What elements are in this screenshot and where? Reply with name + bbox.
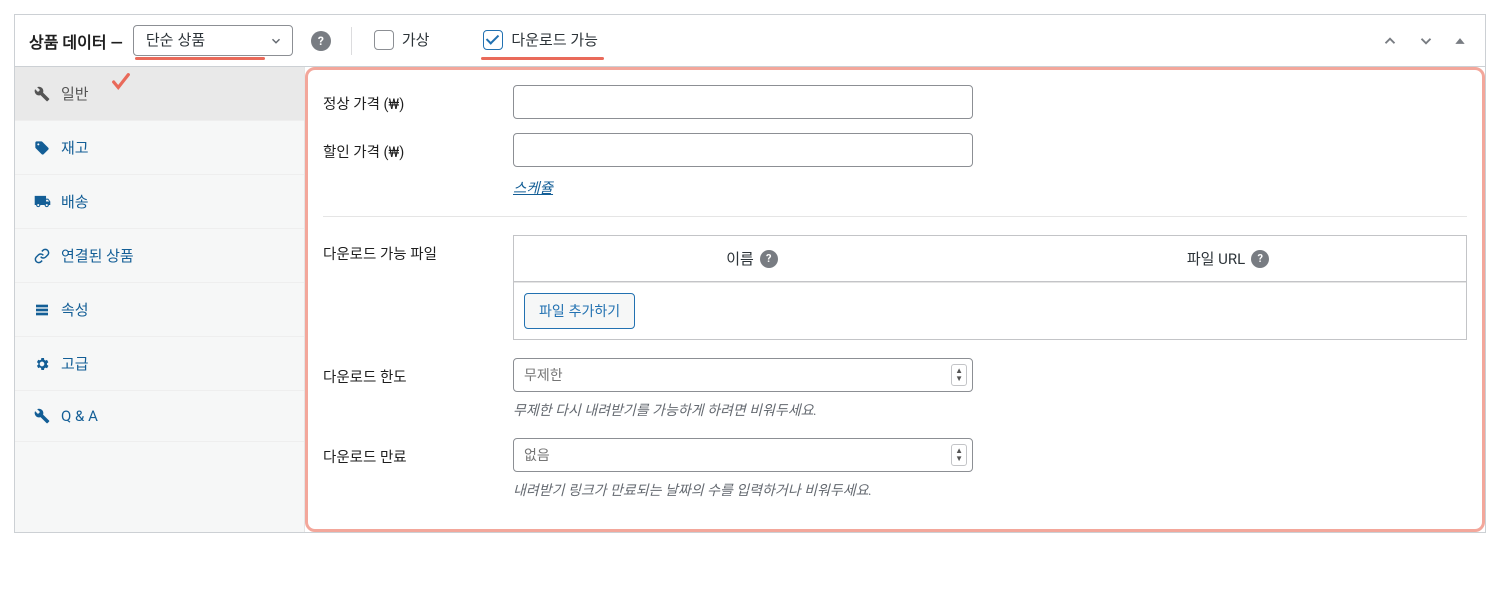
product-type-select[interactable]: 단순 상품: [133, 25, 293, 56]
field-sale-price: 할인 가격 (₩) 스케쥴: [323, 133, 1467, 198]
sidebar-item-general[interactable]: 일반: [15, 67, 304, 121]
schedule-link[interactable]: 스케쥴: [513, 177, 553, 198]
regular-price-label: 정상 가격 (₩): [323, 85, 513, 114]
sidebar-item-advanced[interactable]: 고급: [15, 337, 304, 391]
virtual-label: 가상: [402, 29, 430, 50]
download-limit-hint: 무제한 다시 내려받기를 가능하게 하려면 비워두세요.: [513, 400, 973, 420]
sidebar-item-linked[interactable]: 연결된 상품: [15, 229, 304, 283]
help-icon[interactable]: ?: [311, 31, 331, 51]
col-url: 파일 URL ?: [990, 236, 1466, 281]
download-limit-input[interactable]: [513, 358, 973, 392]
sidebar-item-label: 일반: [61, 83, 89, 104]
regular-price-input[interactable]: [513, 85, 973, 119]
stepper-icon[interactable]: ▲▼: [951, 364, 967, 386]
sidebar-item-label: 속성: [61, 299, 89, 320]
help-icon[interactable]: ?: [1251, 250, 1269, 268]
field-download-limit: 다운로드 한도 ▲▼ 무제한 다시 내려받기를 가능하게 하려면 비워두세요.: [323, 358, 1467, 420]
sidebar-item-qa[interactable]: Q & A: [15, 391, 304, 442]
panel-header: 상품 데이터 — 단순 상품 ? 가상 다운로드 가능: [15, 15, 1485, 67]
sale-price-input[interactable]: [513, 133, 973, 167]
sidebar-item-inventory[interactable]: 재고: [15, 121, 304, 175]
add-file-button[interactable]: 파일 추가하기: [524, 293, 635, 329]
downloadable-label: 다운로드 가능: [511, 29, 598, 50]
table-footer: 파일 추가하기: [514, 282, 1466, 339]
downloadable-checkbox-wrap[interactable]: 다운로드 가능: [481, 25, 600, 56]
sale-price-label: 할인 가격 (₩): [323, 133, 513, 162]
download-files-label: 다운로드 가능 파일: [323, 235, 513, 264]
field-regular-price: 정상 가격 (₩): [323, 85, 1467, 119]
gear-icon: [33, 355, 51, 373]
download-files-table: 이름 ? 파일 URL ? 파일 추가하기: [513, 235, 1467, 340]
divider: [323, 216, 1467, 217]
stepper-icon[interactable]: ▲▼: [951, 444, 967, 466]
tag-icon: [33, 139, 51, 157]
sidebar-item-label: 연결된 상품: [61, 245, 134, 266]
wrench-icon: [33, 85, 51, 103]
table-header: 이름 ? 파일 URL ?: [514, 236, 1466, 282]
truck-icon: [33, 193, 51, 211]
sidebar-item-label: 배송: [61, 191, 89, 212]
panel-title: 상품 데이터 —: [29, 29, 123, 53]
download-expiry-hint: 내려받기 링크가 만료되는 날짜의 수를 입력하거나 비워두세요.: [513, 480, 973, 500]
move-down-icon[interactable]: [1413, 30, 1439, 52]
field-download-files: 다운로드 가능 파일 이름 ? 파일 URL ?: [323, 235, 1467, 340]
sidebar-item-label: 재고: [61, 137, 89, 158]
field-download-expiry: 다운로드 만료 ▲▼ 내려받기 링크가 만료되는 날짜의 수를 입력하거나 비워…: [323, 438, 1467, 500]
content-area: 정상 가격 (₩) 할인 가격 (₩) 스케쥴 다운로드 가능 파일: [305, 67, 1485, 532]
download-limit-label: 다운로드 한도: [323, 358, 513, 387]
sidebar-item-attributes[interactable]: 속성: [15, 283, 304, 337]
download-expiry-label: 다운로드 만료: [323, 438, 513, 467]
sidebar-item-label: Q & A: [61, 407, 98, 425]
virtual-checkbox-wrap[interactable]: 가상: [372, 25, 432, 56]
highlight-underline: [481, 57, 604, 60]
highlight-underline: [135, 57, 265, 60]
panel-body: 일반 재고 배송 연결된 상품: [15, 67, 1485, 532]
sidebar-item-shipping[interactable]: 배송: [15, 175, 304, 229]
collapse-icon[interactable]: [1449, 32, 1471, 50]
product-type-select-wrap: 단순 상품: [133, 25, 293, 56]
downloadable-checkbox[interactable]: [483, 30, 503, 50]
wrench-icon: [33, 407, 51, 425]
link-icon: [33, 247, 51, 265]
move-up-icon[interactable]: [1377, 30, 1403, 52]
col-name: 이름 ?: [514, 236, 990, 281]
virtual-checkbox[interactable]: [374, 30, 394, 50]
sidebar: 일반 재고 배송 연결된 상품: [15, 67, 305, 532]
help-icon[interactable]: ?: [760, 250, 778, 268]
sidebar-item-label: 고급: [61, 353, 89, 374]
divider: [351, 27, 352, 55]
product-data-panel: 상품 데이터 — 단순 상품 ? 가상 다운로드 가능: [14, 14, 1486, 533]
download-expiry-input[interactable]: [513, 438, 973, 472]
list-icon: [33, 301, 51, 319]
check-annotation-icon: [110, 71, 132, 93]
